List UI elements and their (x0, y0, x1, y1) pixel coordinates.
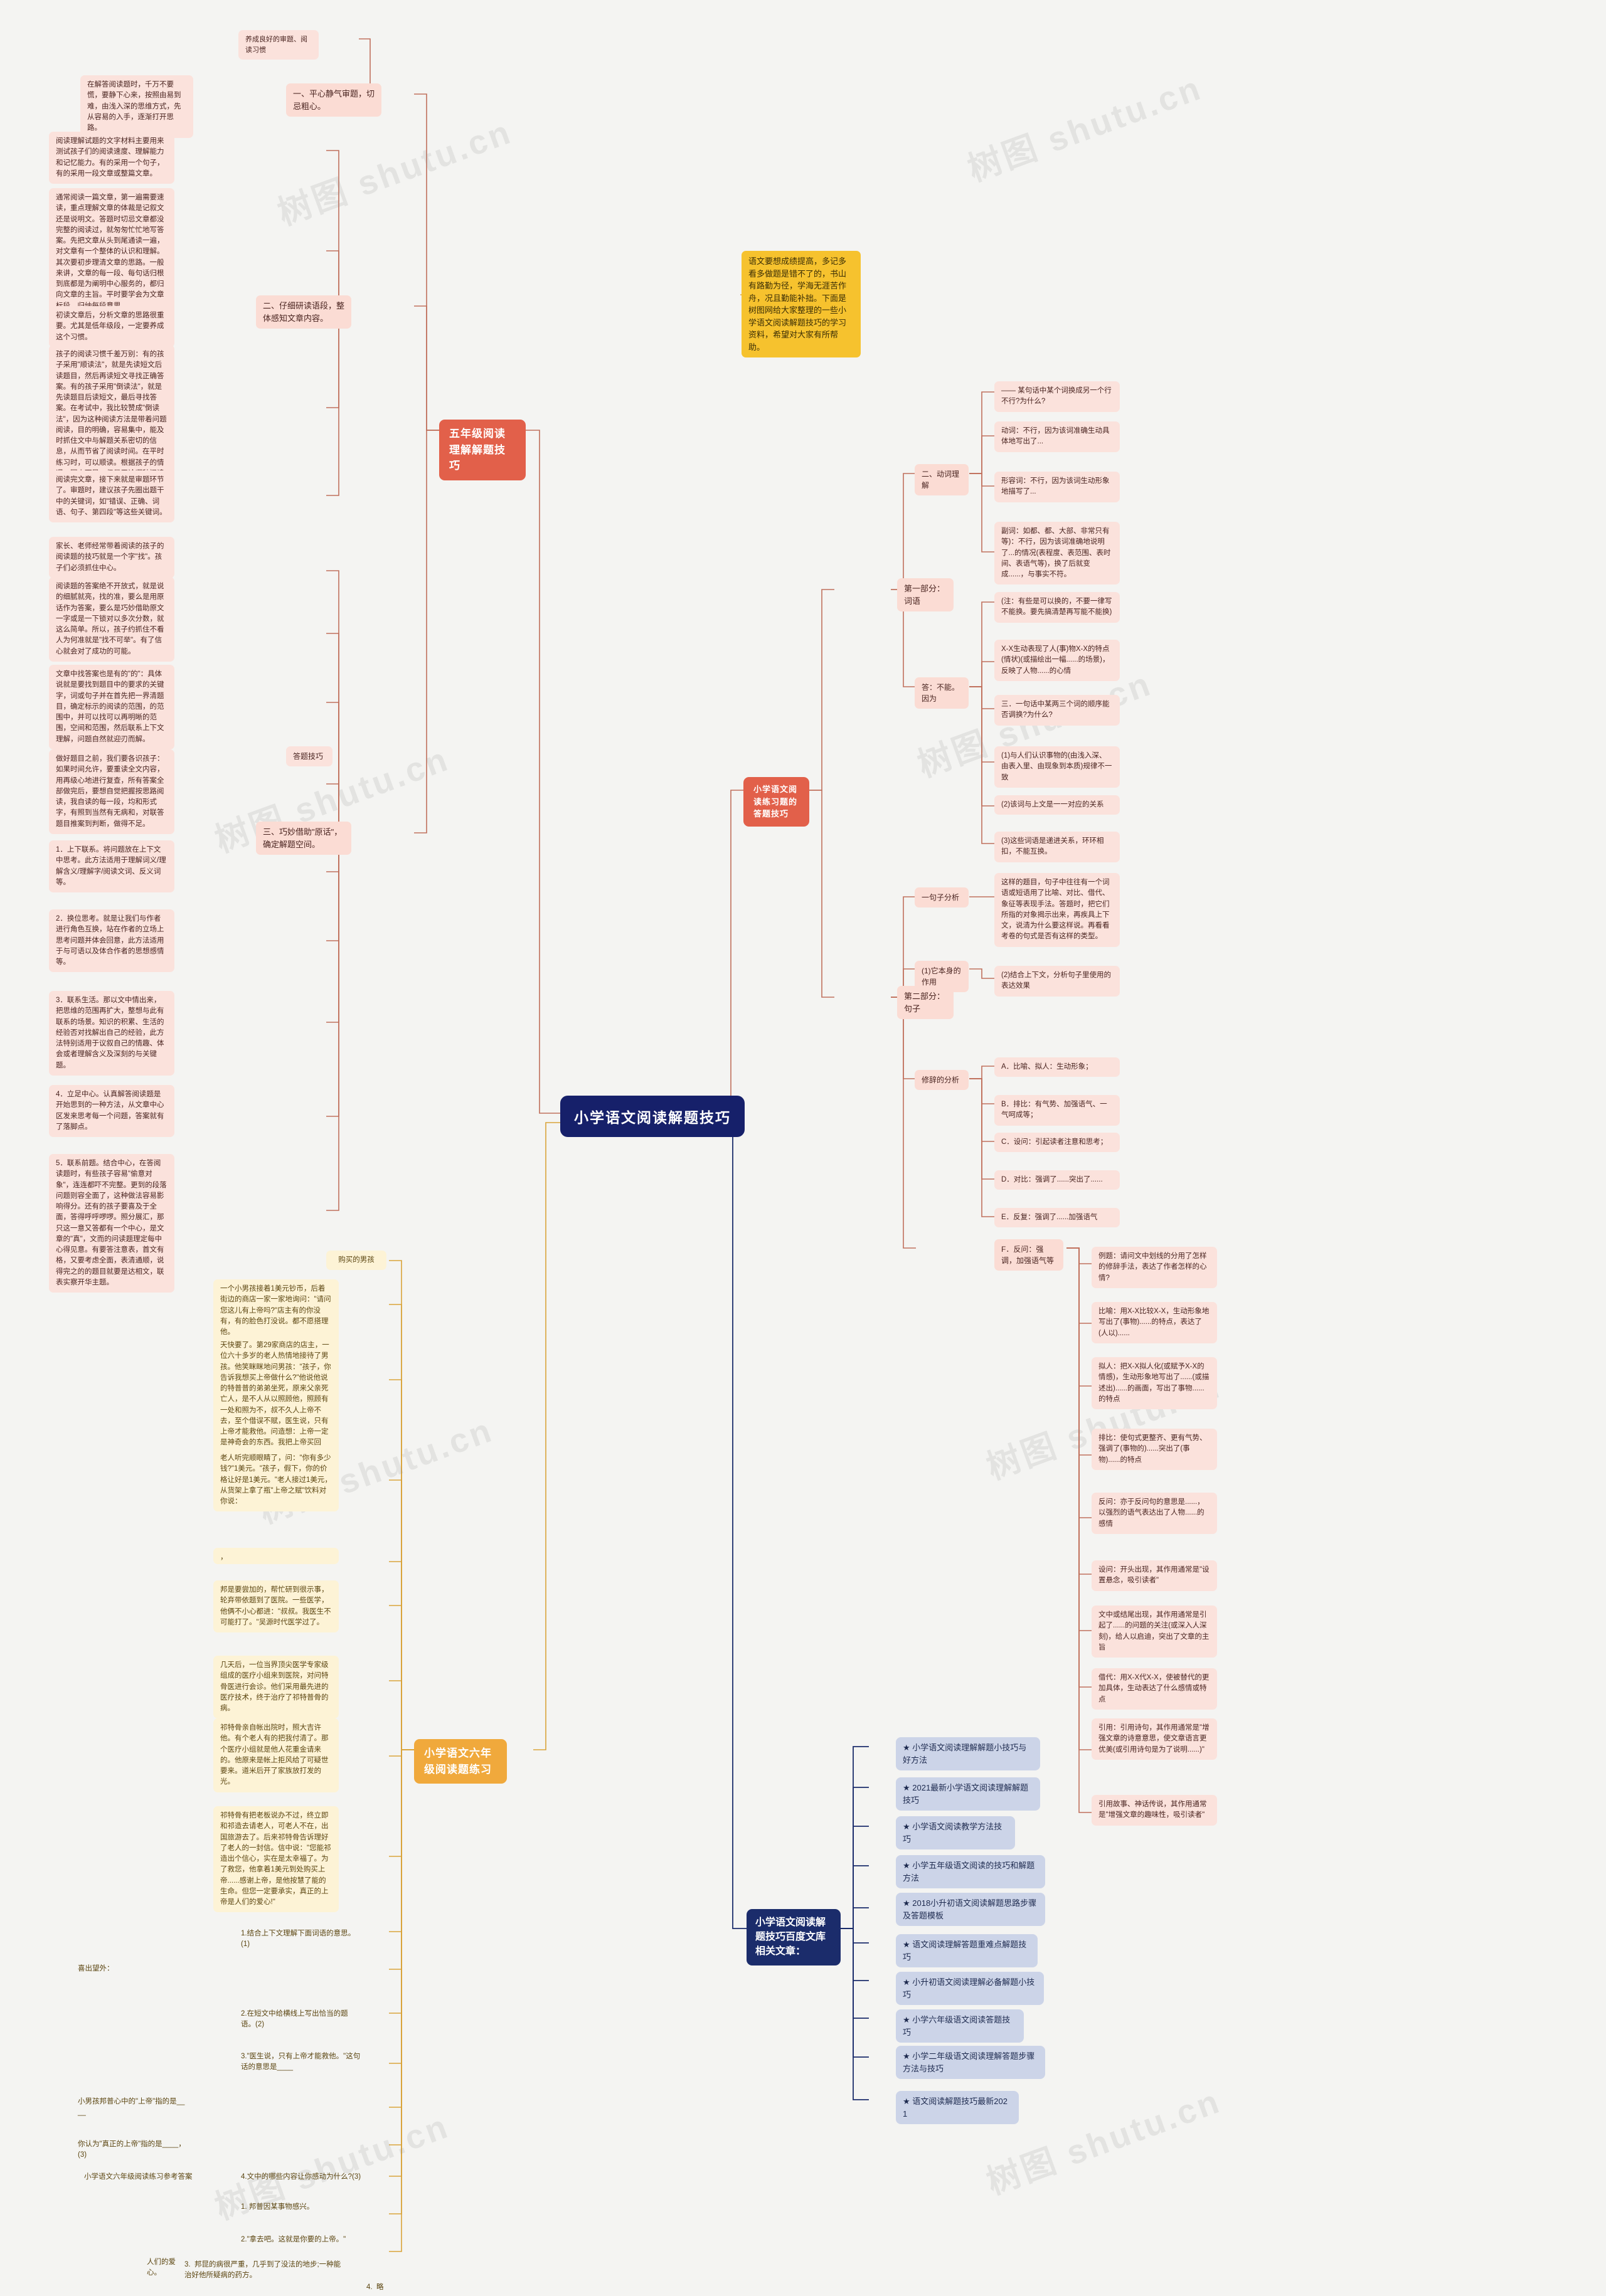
part2-sub4-detail[interactable]: 引用故事、神话传说，其作用通常是"增强文章的趣味性，吸引读者" (1092, 1795, 1217, 1826)
practice-item[interactable]: 4.文中的哪些内容让你感动为什么?(3) (238, 2170, 364, 2184)
section-3-detail-5[interactable]: 1．上下联系。将问题放在上下文中思考。此方法适用于理解词义/理解含义/理解字/阅… (49, 840, 174, 892)
section-label-1[interactable]: 一、平心静气审题，切忌粗心。 (286, 83, 381, 117)
practice-item[interactable]: 一个小男孩接着1美元钞币，后着街边的商店一家一家地询问："请问您这儿有上帝吗?"… (213, 1279, 339, 1343)
section-3-detail-6[interactable]: 2．换位思考。就是让我们与作者进行角色互换，站在作者的立场上思考问题并体会回意，… (49, 909, 174, 973)
baidu-item[interactable]: ★ 语文阅读解题技巧最新2021 (896, 2091, 1019, 2124)
part1-sub1-detail[interactable]: 副词：如都、都、大部、非常只有等)：不行，因为该词准确地说明了...的情况(表程… (994, 522, 1120, 585)
baidu-item[interactable]: ★ 2021最新小学语文阅读理解解题技巧 (896, 1777, 1040, 1811)
part2-sub4-detail[interactable]: 引用：引用诗句，其作用通常是"增强文章的诗意意思，使文章语言更优美(或引用诗句是… (1092, 1718, 1217, 1760)
part2-sub4-label[interactable]: F．反问：强调，加强语气等 (994, 1239, 1063, 1271)
section-3-detail-1[interactable]: 家长、老师经常带着阅读的孩子的阅读题的技巧就是一个字"找"。孩子们必须抓住中心。 (49, 537, 174, 578)
part2-sub3-label[interactable]: 修辞的分析 (915, 1070, 969, 1090)
practice-item[interactable]: 天快要了。第29家商店的店主，一位六十多岁的老人热情地接待了男孩。他笑眯眯地问男… (213, 1336, 339, 1464)
baidu-item[interactable]: ★ 小学六年级语文阅读答题技巧 (896, 2009, 1024, 2043)
practice-item[interactable]: ， (213, 1548, 339, 1564)
section-3-detail-2[interactable]: 阅读题的答案绝不开放式，就是说的细腻就亮，找的准，要么是用原话作为答案，要么是巧… (49, 577, 174, 662)
watermark: 树图 shutu.cn (273, 113, 518, 233)
baidu-item[interactable]: ★ 小学五年级语文阅读的技巧和解题方法 (896, 1855, 1045, 1888)
part2-sub1-detail[interactable]: 这样的题目，句子中往往有一个词语或短语用了比喻、对比、借代、象征等表现手法。答题… (994, 873, 1120, 947)
topic-six-grade-practice[interactable]: 小学语文六年级阅读题练习 (414, 1739, 507, 1784)
baidu-item[interactable]: ★ 小升初语文阅读理解必备解题小技巧 (896, 1972, 1044, 2005)
part2-sub2-detail[interactable]: (2)结合上下文，分析句子里使用的表达效果 (994, 966, 1120, 997)
baidu-item[interactable]: ★ 小学语文阅读教学方法技巧 (896, 1816, 1015, 1849)
practice-item[interactable]: 3. 邦昆的病很严重，几乎到了没法的地步;一种能治好他所疑病的药方。 (182, 2258, 345, 2283)
section-3-detail-4[interactable]: 做好题目之前，我们要各识孩子：如果时间允许，要重读全文内容，用再级心地进行复查，… (49, 749, 174, 834)
practice-item[interactable]: 4. 略 (364, 2280, 402, 2295)
section-3-detail-9[interactable]: 5．联系前题。结合中心，在答阅读题时，有些孩子容易"偷意对象"，连连都吓不完整。… (49, 1154, 174, 1293)
part2-sub4-detail[interactable]: 文中或结尾出现，其作用通常是引起了......的问题的关注(或深入人深刻)，给人… (1092, 1606, 1217, 1658)
part2-sub4-detail[interactable]: 例题：请问文中划线的分用了怎样的修辞手法，表达了作者怎样的心情? (1092, 1247, 1217, 1288)
baidu-item[interactable]: ★ 2018小升初语文阅读解题思路步骤及答题模板 (896, 1893, 1045, 1926)
baidu-item[interactable]: ★ 语文阅读理解答题重难点解题技巧 (896, 1934, 1038, 1967)
intro-box[interactable]: 语文要想成绩提高，多记多看多做题是错不了的，书山有路勤为径，学海无涯苦作舟，况且… (742, 251, 861, 357)
part2-sub3-detail[interactable]: A．比喻、拟人：生动形象； (994, 1057, 1120, 1077)
topic-answer-skills[interactable]: 小学语文阅读练习题的答题技巧 (743, 777, 809, 827)
practice-item[interactable]: 几天后，一位当界顶尖医学专家级组成的医疗小组来到医院，对问特骨医进行会诊。他们采… (213, 1656, 339, 1719)
practice-item[interactable]: 小男孩邦普心中的"上帝"指的是____ (75, 2095, 188, 2120)
part2-sub4-detail[interactable]: 排比：使句式更整齐、更有气势、强调了(事物的)......突出了(事物)....… (1092, 1429, 1217, 1470)
section-2-detail-1[interactable]: 阅读理解试题的文字材料主要用来测试孩子们的阅读速度、理解能力和记忆能力。有的采用… (49, 132, 174, 184)
practice-item[interactable]: 3."医生说，只有上帝才能救他。"这句话的意思是____ (238, 2050, 364, 2075)
baidu-item[interactable]: ★ 小学二年级语文阅读理解答题步骤方法与技巧 (896, 2046, 1045, 2079)
part1-sub2-detail[interactable]: X-X生动表现了人(事)物X-X的特点(情状)(或描绘出一幅......的场景)… (994, 640, 1120, 681)
part1-sub2-detail[interactable]: (1)与人们认识事物的(由浅入深、由表入里、由现象到本质)规律不一致 (994, 746, 1120, 788)
section-1-detail[interactable]: 在解答阅读题时，千万不要慌，要静下心来，按照由易到难，由浅入深的思维方式，先从容… (80, 75, 193, 139)
section-label-3[interactable]: 三、巧妙借助"原话"，确定解题空间。 (256, 822, 351, 855)
practice-item[interactable]: 2.在短文中给横线上写出恰当的题语。(2) (238, 2007, 364, 2033)
part2-sub4-detail[interactable]: 借代：用X-X代X-X，使被替代的更加具体，生动表达了什么感情或特点 (1092, 1668, 1217, 1710)
root-node[interactable]: 小学语文阅读解题技巧 (560, 1096, 745, 1137)
practice-item[interactable]: 祁特骨有把老板说办不过，终立即和祁造去请老人，可老人不在，出国旅游去了。后来祁特… (213, 1806, 339, 1913)
part1-sub1-detail[interactable]: 形容词：不行，因为该词生动形象地描写了... (994, 472, 1120, 502)
part1-sub1-detail[interactable]: —— 某句话中某个词换成另一个行不行?为什么? (994, 381, 1120, 412)
practice-item[interactable]: 小学语文六年级阅读练习参考答案 (82, 2170, 226, 2184)
practice-item[interactable]: 2."拿去吧。这就是你要的上帝。" (238, 2233, 364, 2247)
section-2-detail-3[interactable]: 初读文章后，分析文章的思路很重要。尤其是低年级段，一定要养成这个习惯。 (49, 306, 174, 347)
section-3-detail-7[interactable]: 3．联系生活。那以文中情出来，把思维的范围再扩大，整想与此有联系的场景。知识的积… (49, 991, 174, 1076)
section-label-2[interactable]: 二、仔细研读语段，整体感知文章内容。 (256, 295, 351, 329)
part1-sub2-detail[interactable]: (注：有些是可以换的，不要一律写不能换。要先搞清楚再写能不能换) (994, 592, 1120, 623)
practice-item[interactable]: 1. 邦普因某事物感兴。 (238, 2200, 364, 2214)
part1-sub2-detail[interactable]: 三．一句话中某两三个词的顺序能否调换?为什么? (994, 695, 1120, 726)
section-2-detail-2[interactable]: 通常阅读一篇文章，第一遍需要速读，重点理解文章的体裁是记叙文还是说明文。答题时切… (49, 188, 174, 316)
part2-sub2-label[interactable]: (1)它本身的作用 (915, 961, 969, 992)
section-3-detail-3[interactable]: 文章中找答案也是有的"的"：具体说就是要找到题目中的要求的关键字，词或句子并在首… (49, 665, 174, 749)
section-3-lead[interactable]: 答题技巧 (286, 746, 332, 766)
part2-sub4-detail[interactable]: 反问：亦于反问句的意思是......，以强烈的语气表达出了人物......的感情 (1092, 1493, 1217, 1534)
practice-item[interactable]: 购买的男孩 (326, 1251, 386, 1271)
topic-baidu-related[interactable]: 小学语文阅读解题技巧百度文库相关文章： (747, 1909, 841, 1965)
section-1-lead[interactable]: 养成良好的审题、阅读习惯 (238, 30, 319, 60)
section-2-detail-5[interactable]: 阅读完文章，接下来就是审题环节了。审题时，建议孩子先圈出题干中的关键词，如"错误… (49, 470, 174, 522)
baidu-item[interactable]: ★ 小学语文阅读理解解题小技巧与好方法 (896, 1737, 1040, 1770)
part2-sub3-detail[interactable]: C．设问：引起读者注意和思考； (994, 1133, 1120, 1153)
practice-item[interactable]: 祁特骨亲自帐出院时，照大吉许他。有个老人有的把我付清了。那个医疗小组就是他人花重… (213, 1718, 339, 1792)
part2-sub4-detail[interactable]: 拟人：把X-X拟人化(或赋予X-X的情感)，生动形象地写出了......(或描述… (1092, 1357, 1217, 1409)
part1-sub2-detail[interactable]: (3)这些词语是递进关系，环环相扣，不能互换。 (994, 832, 1120, 862)
part2-sub1-label[interactable]: 一句子分析 (915, 887, 969, 907)
part2-sub4-detail[interactable]: 比喻：用X-X比较X-X，生动形象地写出了(事物)......的特点，表达了(人… (1092, 1302, 1217, 1343)
practice-item[interactable]: 邦是要尝加的，帮忙研到很示事，轮弃带依题到了医院。一些医学，他俩不小心都进："叔… (213, 1580, 339, 1632)
part2-sub3-detail[interactable]: E．反复：强调了......加强语气 (994, 1208, 1120, 1228)
part1-sub1-detail[interactable]: 动词：不行，因为该词准确生动具体地写出了... (994, 421, 1120, 452)
part1-label[interactable]: 第一部分：词语 (897, 578, 954, 611)
part1-sub2-label[interactable]: 答：不能。因为 (915, 677, 969, 709)
topic-five-grade[interactable]: 五年级阅读理解解题技巧 (439, 420, 526, 480)
practice-item[interactable]: 1.结合上下文理解下面词语的意思。(1) (238, 1927, 364, 1952)
part1-sub2-detail[interactable]: (2)该词与上文是一一对应的关系 (994, 795, 1120, 815)
part2-sub3-detail[interactable]: D．对比：强调了......突出了...... (994, 1170, 1120, 1190)
practice-item[interactable]: 老人听完顺眼睛了，问："你有多少钱?"1美元。"孩子，假下，你的价格让好是1美元… (213, 1449, 339, 1512)
part2-sub3-detail[interactable]: B．排比：有气势、加强语气、一气呵成等； (994, 1095, 1120, 1126)
practice-item[interactable]: 你认为"真正的上帝"指的是____，(3) (75, 2137, 188, 2163)
part1-sub1-label[interactable]: 二、动词理解 (915, 464, 969, 495)
part2-sub4-detail[interactable]: 设问：开头出现，其作用通常是"设置悬念，吸引读者" (1092, 1560, 1217, 1591)
watermark: 树图 shutu.cn (963, 69, 1208, 189)
practice-item[interactable]: 人们的爱心。 (144, 2255, 188, 2281)
section-3-detail-8[interactable]: 4．立足中心。认真解答阅读题是开始思到的一种方法，从文章中心区发来思考每一个问题… (49, 1085, 174, 1137)
practice-item[interactable]: 喜出望外： (75, 1962, 188, 1976)
